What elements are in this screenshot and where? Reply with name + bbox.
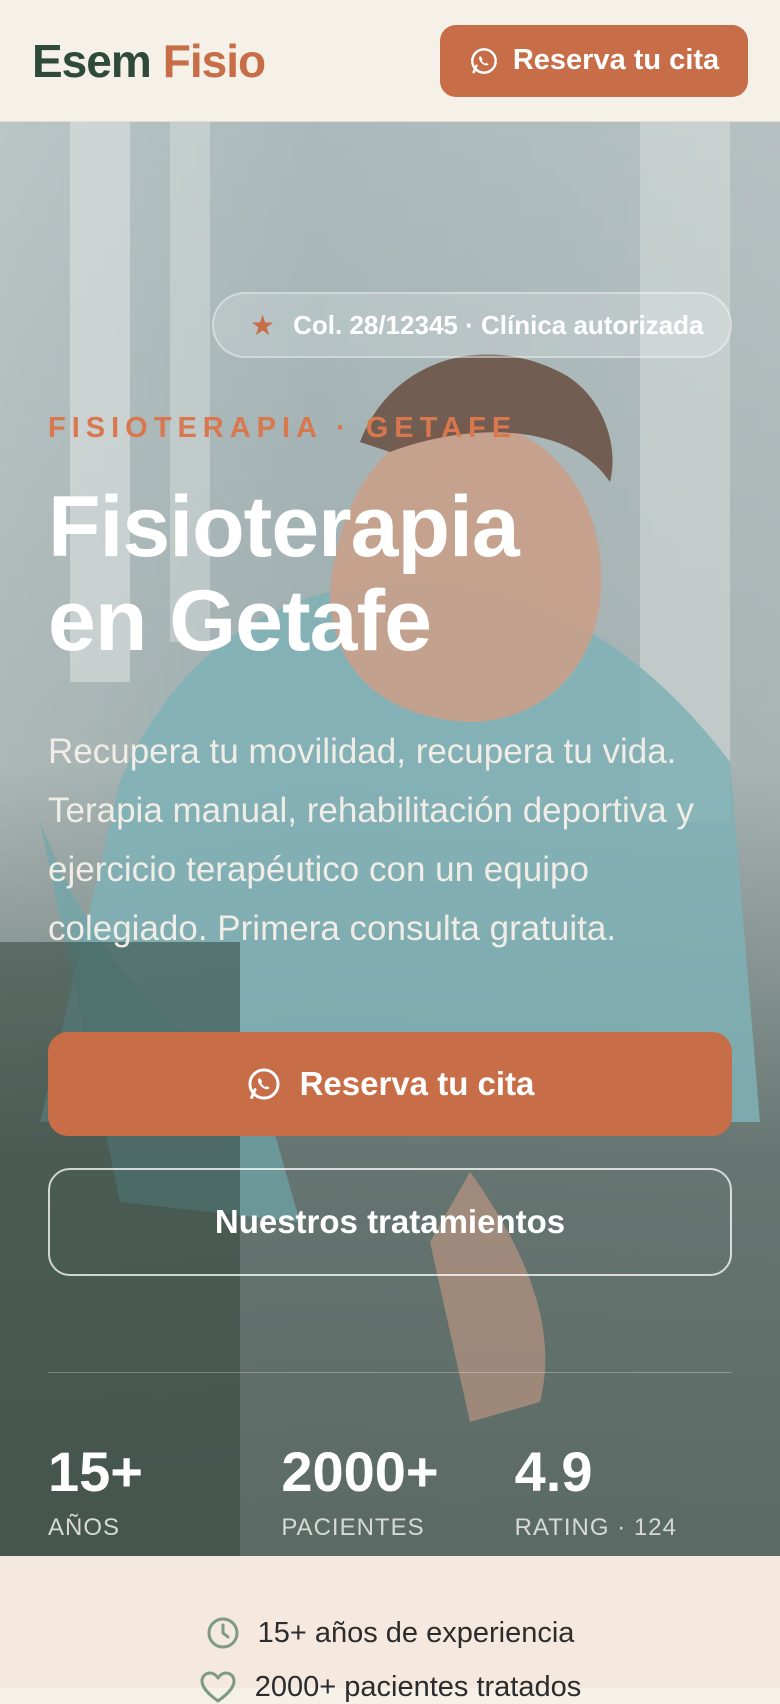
highlight-text: 15+ años de experiencia [257, 1616, 575, 1649]
hero-eyebrow: FISIOTERAPIA · GETAFE [48, 412, 518, 444]
logo-text-primary: Esem [32, 34, 152, 87]
authorization-badge: ★ Col. 28/12345 · Clínica autorizada [212, 292, 732, 358]
treatments-button[interactable]: Nuestros tratamientos [48, 1168, 732, 1276]
stats-row: 15+ AÑOS 2000+ PACIENTES 4.9 RATING · 12… [48, 1440, 748, 1542]
stat-label: AÑOS [48, 1514, 121, 1541]
highlight-item: 2000+ pacientes tratados [0, 1670, 780, 1704]
hero-booking-label: Reserva tu cita [299, 1065, 535, 1102]
heart-icon [200, 1671, 236, 1703]
stat-rating: 4.9 RATING · 124 [515, 1440, 748, 1542]
header-booking-label: Reserva tu cita [512, 44, 720, 76]
highlight-text: 2000+ pacientes tratados [254, 1670, 582, 1703]
badge-text: Col. 28/12345 · Clínica autorizada [293, 309, 704, 340]
stat-label: PACIENTES [281, 1514, 425, 1541]
logo[interactable]: Esem Fisio [32, 34, 266, 88]
hero-description: Recupera tu movilidad, recupera tu vida.… [48, 732, 694, 948]
highlights-strip: 15+ años de experiencia 2000+ pacientes … [0, 1556, 780, 1703]
hero-booking-button[interactable]: Reserva tu cita [48, 1032, 732, 1136]
stats-divider [48, 1372, 732, 1373]
stat-value: 15+ [48, 1440, 143, 1503]
header-booking-button[interactable]: Reserva tu cita [440, 24, 748, 97]
stat-value: 4.9 [514, 1440, 593, 1503]
hero-title: Fisioterapia en Getafe [48, 480, 728, 668]
hero-title-line1: Fisioterapia [48, 479, 520, 575]
site-header: Esem Fisio Reserva tu cita [0, 0, 780, 122]
stat-value: 2000+ [281, 1440, 439, 1503]
stat-patients: 2000+ PACIENTES [281, 1440, 514, 1542]
stat-label: RATING · 124 [514, 1514, 677, 1541]
hero-section: ★ Col. 28/12345 · Clínica autorizada FIS… [0, 122, 780, 1556]
treatments-label: Nuestros tratamientos [214, 1203, 566, 1240]
star-icon: ★ [250, 309, 276, 341]
hero-title-line2: en Getafe [48, 573, 432, 669]
stat-years: 15+ AÑOS [48, 1440, 281, 1542]
whatsapp-icon [248, 1068, 280, 1100]
highlight-item: 15+ años de experiencia [0, 1616, 780, 1650]
whatsapp-icon [470, 47, 497, 74]
logo-text-accent: Fisio [162, 34, 266, 87]
clock-icon [207, 1617, 239, 1649]
